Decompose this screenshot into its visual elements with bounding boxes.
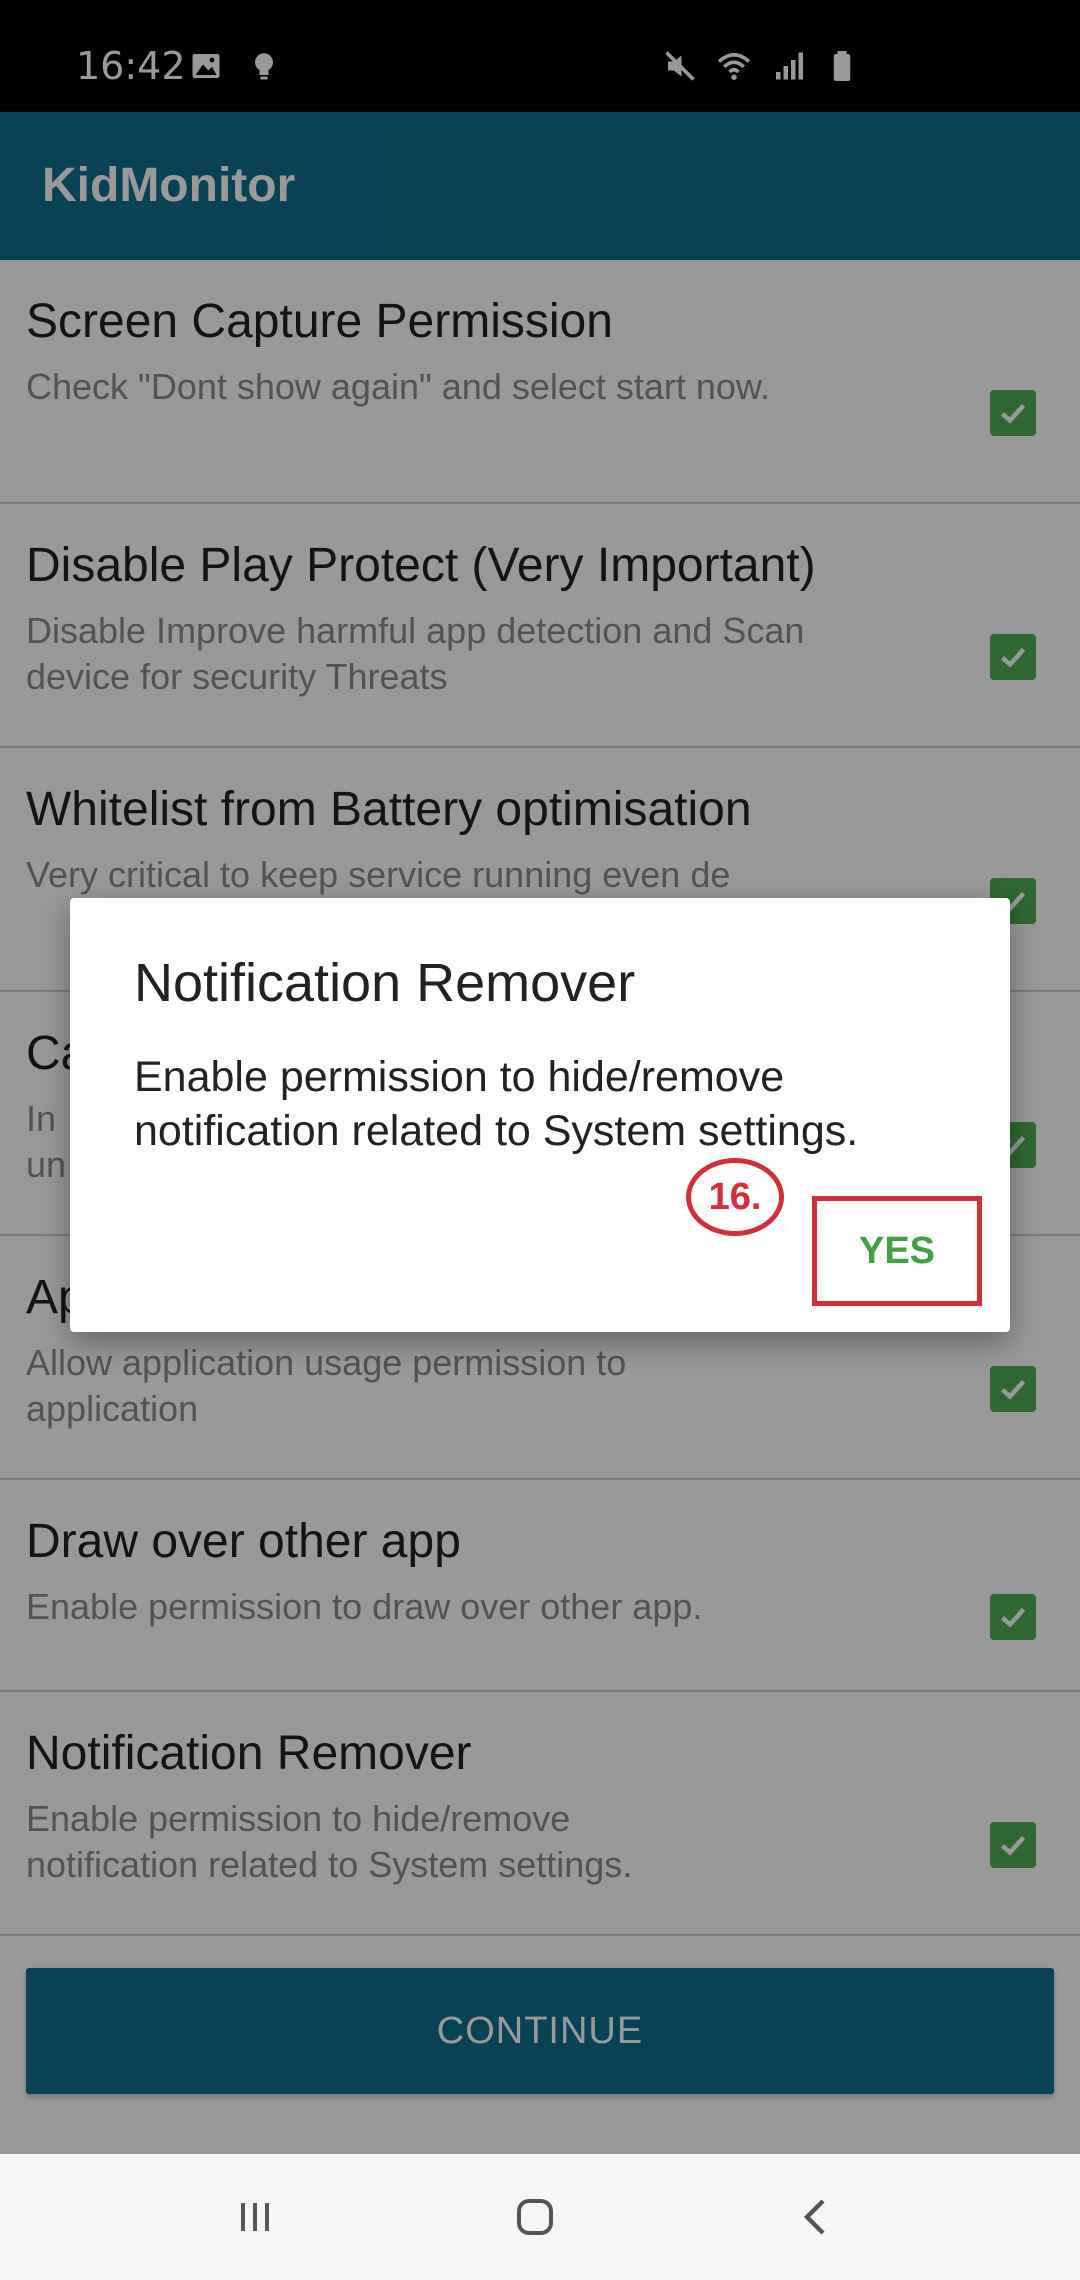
yes-button[interactable]: YES xyxy=(812,1196,982,1306)
navigation-bar xyxy=(0,2154,1080,2280)
step-number-badge: 16. xyxy=(686,1158,784,1236)
dialog-message: Enable permission to hide/remove notific… xyxy=(134,1053,859,1155)
screen: 16:42 KidMonitor Screen Capture Permissi… xyxy=(0,0,1080,2280)
dialog-title: Notification Remover xyxy=(134,953,636,1013)
home-button[interactable] xyxy=(455,2154,615,2280)
back-button[interactable] xyxy=(737,2154,897,2280)
notification-remover-dialog: Notification Remover Enable permission t… xyxy=(70,898,1010,1332)
back-icon xyxy=(803,2199,825,2235)
home-icon xyxy=(517,2199,553,2235)
recent-apps-button[interactable] xyxy=(175,2154,335,2280)
recent-apps-icon xyxy=(241,2203,269,2231)
